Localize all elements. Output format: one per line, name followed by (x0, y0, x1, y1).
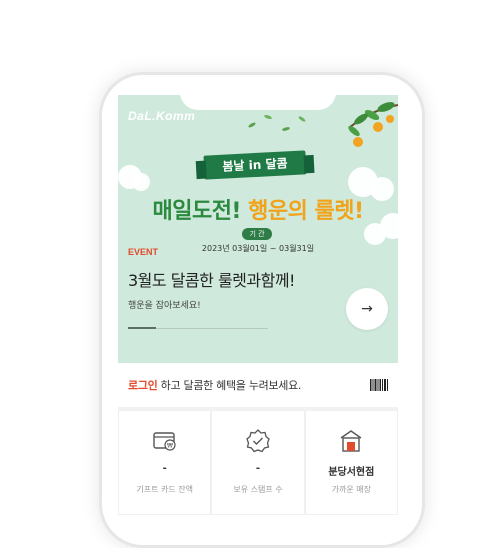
phone-notch (180, 95, 336, 110)
phone-screen: DaL.Komm 봄날 in 달콤 매일도전! 행운의 룰렛! 기 간 2023… (118, 95, 398, 515)
gift-card-balance-card[interactable]: ₩ - 기프트 카드 잔액 (118, 410, 212, 515)
slide-progress-fill (128, 327, 156, 329)
login-link[interactable]: 로그인 (128, 379, 158, 392)
event-banner[interactable]: DaL.Komm 봄날 in 달콤 매일도전! 행운의 룰렛! 기 간 2023… (118, 95, 398, 363)
nearby-store-card[interactable]: 분당서현점 가까운 매장 (304, 410, 398, 515)
stamp-badge-icon (246, 429, 270, 453)
event-subtitle: 행운을 잡아보세요! (128, 301, 201, 311)
login-prompt: 로그인 하고 달콤한 혜택을 누려보세요. (128, 377, 301, 393)
login-prompt-row: 로그인 하고 달콤한 혜택을 누려보세요. (118, 365, 398, 407)
period-dates: 2023년 03월01일 ~ 03월31일 (201, 244, 315, 253)
stamp-count-value: - (255, 463, 261, 474)
gift-card-icon: ₩ (152, 432, 176, 451)
period-badge: 기 간 (242, 228, 272, 240)
event-headline: 매일도전! 행운의 룰렛! (118, 193, 398, 225)
barcode-icon[interactable] (370, 379, 388, 391)
next-arrow-button[interactable]: → (346, 288, 388, 330)
stamp-count-label: 보유 스탬프 수 (233, 485, 283, 494)
nearby-store-value: 분당서현점 (328, 467, 375, 478)
login-message: 하고 달콤한 혜택을 누려보세요. (157, 379, 302, 392)
arrow-right-icon: → (361, 301, 373, 317)
event-title: 3월도 달콤한 룰렛과함께! (128, 271, 295, 290)
brand-logo: DaL.Komm (128, 109, 196, 123)
store-icon (340, 430, 362, 452)
event-label: EVENT (128, 247, 159, 257)
leaves-decoration (248, 114, 306, 131)
gift-card-balance-label: 기프트 카드 잔액 (136, 485, 193, 494)
headline-daily-challenge: 매일도전! (152, 199, 249, 224)
cloud-decoration (132, 173, 150, 191)
event-ribbon: 봄날 in 달콤 (203, 150, 307, 180)
stamp-count-card[interactable]: - 보유 스탬프 수 (211, 410, 305, 515)
orange-branch-illustration (348, 102, 398, 147)
slide-progress-track (128, 327, 268, 329)
gift-card-balance-value: - (162, 463, 167, 474)
nearby-store-label: 가까운 매장 (331, 485, 371, 494)
quick-menu: ₩ - 기프트 카드 잔액 - 보유 스탬프 수 분당서현점 가까운 매장 (118, 410, 398, 515)
headline-lucky-roulette: 행운의 룰렛! (248, 199, 364, 224)
svg-text:₩: ₩ (167, 443, 173, 450)
